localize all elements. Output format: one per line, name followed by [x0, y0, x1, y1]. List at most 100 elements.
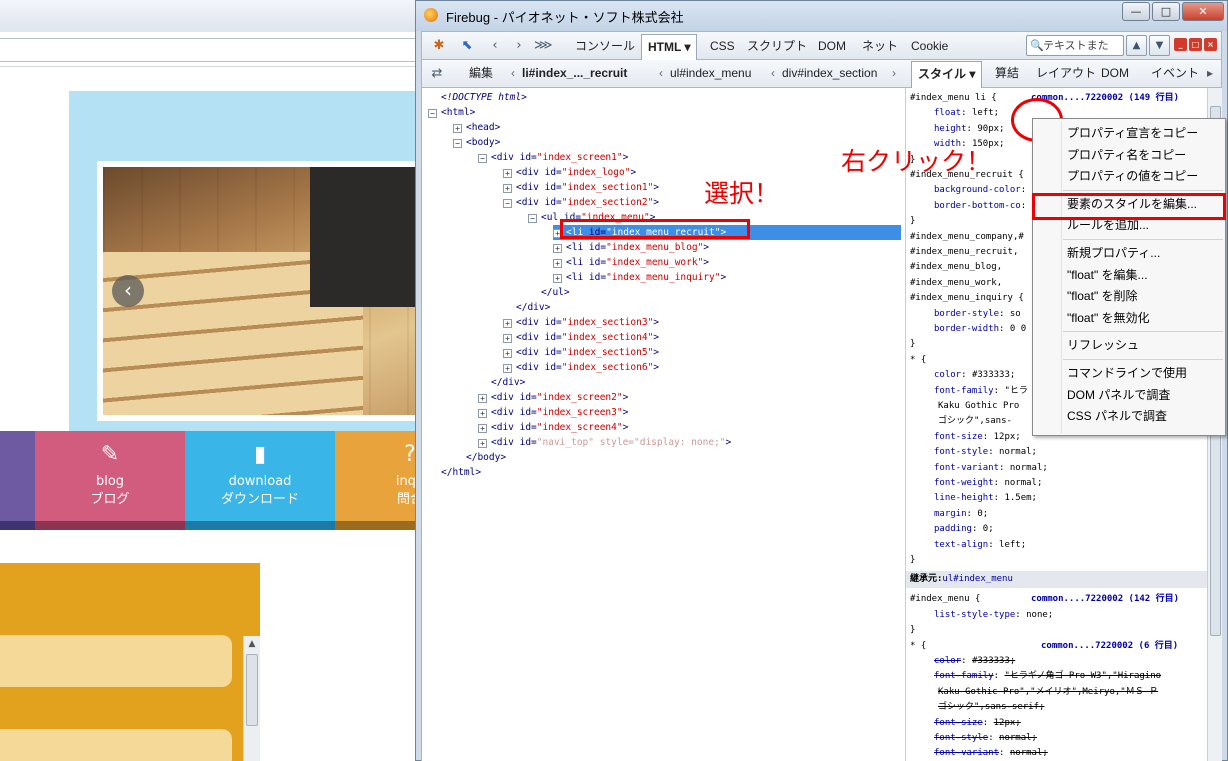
expand-icon[interactable]: + [503, 334, 512, 343]
css-rule-selector[interactable]: } [910, 337, 915, 352]
css-property-value[interactable]: left; [972, 108, 999, 118]
search-prev-button[interactable]: ▲ [1126, 35, 1147, 56]
css-property-name[interactable]: font-family [934, 386, 994, 396]
css-rule-selector[interactable]: #index_menu_inquiry { [910, 291, 1024, 306]
css-property[interactable]: list-style-type: none; [934, 608, 1053, 623]
menu-item[interactable]: 新規プロパティ... [1033, 243, 1225, 264]
css-property-value[interactable]: 12px; [994, 718, 1021, 728]
css-property-name[interactable]: border-bottom-co [934, 201, 1021, 211]
css-property[interactable]: padding: 0; [934, 522, 994, 537]
scroll-thumb[interactable] [246, 654, 258, 726]
css-property-name[interactable]: font-weight [934, 478, 994, 488]
css-property-value[interactable]: #333333; [972, 370, 1015, 380]
expand-icon[interactable]: + [553, 274, 562, 283]
collapse-icon[interactable]: − [478, 154, 487, 163]
expand-icon[interactable]: + [503, 349, 512, 358]
css-property[interactable]: Kaku Gothic Pro [938, 399, 1019, 414]
edit-button[interactable]: 編集 [469, 64, 493, 82]
tree-node[interactable]: + <li id="index_menu_inquiry"> [553, 270, 726, 285]
css-property[interactable]: Kaku Gothic Pro","メイリオ",Meiryo,"ＭＳ Ｐ [938, 685, 1158, 700]
css-property-value[interactable]: "ヒラ [1004, 386, 1027, 396]
close-firebug-icon[interactable]: × [1204, 38, 1217, 51]
css-property-value[interactable]: normal; [1004, 478, 1042, 488]
css-property-name[interactable]: text-align [934, 540, 988, 550]
expand-icon[interactable]: + [453, 124, 462, 133]
collapse-icon[interactable]: − [503, 199, 512, 208]
css-property-value[interactable]: 0; [983, 524, 994, 534]
close-button[interactable]: ✕ [1182, 2, 1224, 21]
css-property-value[interactable]: 0; [977, 509, 988, 519]
expand-icon[interactable]: + [553, 244, 562, 253]
tree-node[interactable]: + <div id="index_section6"> [503, 360, 659, 375]
nav-tile-download[interactable]: ▮ download ダウンロード [185, 431, 335, 530]
side-tab-dom[interactable]: DOM [1101, 64, 1129, 82]
css-property-name[interactable]: font-family [934, 671, 994, 681]
css-property[interactable]: border-bottom-co: [934, 199, 1026, 214]
search-input[interactable]: 🔍 テキストまた [1026, 35, 1124, 56]
css-property-value[interactable]: normal; [999, 447, 1037, 457]
css-property[interactable]: float: left; [934, 106, 999, 121]
css-property-name[interactable]: float [934, 108, 961, 118]
tab-net[interactable]: ネット [862, 36, 898, 56]
tree-node[interactable]: + <div id="index_screen3"> [478, 405, 628, 420]
css-property-name[interactable]: border-width [934, 324, 999, 334]
tree-node[interactable]: </html> [428, 465, 481, 480]
css-property[interactable]: color: #333333; [934, 654, 1015, 669]
slider-prev-arrow[interactable]: ‹ [112, 275, 144, 307]
panel-scrollbar[interactable]: ▲ [243, 636, 260, 761]
expand-icon[interactable]: + [503, 169, 512, 178]
css-property[interactable]: margin: 0; [934, 507, 988, 522]
css-property-name[interactable]: line-height [934, 493, 994, 503]
css-property-name[interactable]: list-style-type [934, 610, 1015, 620]
css-rule-selector[interactable]: #index_menu li {common....7220002 (149 行… [910, 91, 1204, 106]
scroll-up-icon[interactable]: ▲ [244, 636, 260, 652]
minimize-firebug-icon[interactable]: _ [1174, 38, 1187, 51]
css-property-value[interactable]: #333333; [972, 656, 1015, 666]
expand-icon[interactable]: + [478, 409, 487, 418]
tree-node[interactable]: + <div id="index_section5"> [503, 345, 659, 360]
side-tabs-more-icon[interactable]: ▸ [1207, 64, 1213, 82]
css-property-name[interactable]: color [934, 656, 961, 666]
css-property-name[interactable]: font-size [934, 432, 983, 442]
menu-item[interactable]: "float" を無効化 [1033, 308, 1225, 329]
expand-icon[interactable]: + [478, 439, 487, 448]
tree-node[interactable]: − <div id="index_screen1"> [478, 150, 628, 165]
tree-node[interactable]: <!DOCTYPE html> [428, 90, 527, 105]
tree-node[interactable]: + <div id="index_section4"> [503, 330, 659, 345]
tree-node[interactable]: + <li id="index_menu_work"> [553, 255, 709, 270]
breadcrumb-scroll-left[interactable]: ‹ [511, 64, 515, 82]
css-property-name[interactable]: border-style [934, 309, 999, 319]
collapse-icon[interactable]: − [453, 139, 462, 148]
css-property-value[interactable]: left; [999, 540, 1026, 550]
forward-icon[interactable]: › [510, 38, 528, 54]
tree-node[interactable]: + <div id="index_logo"> [503, 165, 636, 180]
css-rule-selector[interactable]: * {common....7220002 (6 行目) [910, 639, 1204, 654]
nav-tile-inquiry[interactable]: ? inqu 問合 [335, 431, 420, 530]
nav-tile-blog[interactable]: ✎ blog ブログ [35, 431, 185, 530]
menu-item[interactable]: プロパティ名をコピー [1033, 145, 1225, 166]
css-property[interactable]: background-color: [934, 183, 1026, 198]
css-property-name[interactable]: color [934, 370, 961, 380]
css-property-value[interactable]: "ヒラギノ角ゴ Pro W3","Hiragino [1004, 671, 1161, 681]
css-property[interactable]: line-height: 1.5em; [934, 491, 1037, 506]
menu-item[interactable]: プロパティ宣言をコピー [1033, 123, 1225, 144]
css-property-value[interactable]: normal; [1010, 748, 1048, 758]
collapse-icon[interactable]: − [428, 109, 437, 118]
expand-icon[interactable]: + [478, 424, 487, 433]
menu-item[interactable]: "float" を削除 [1033, 286, 1225, 307]
css-property[interactable]: font-family: "ヒラギノ角ゴ Pro W3","Hiragino [934, 669, 1161, 684]
css-property-value[interactable]: none; [1026, 610, 1053, 620]
css-property[interactable]: font-style: normal; [934, 731, 1037, 746]
css-property-value[interactable]: 12px; [994, 432, 1021, 442]
css-property[interactable]: ゴシック",sans-serif; [938, 700, 1044, 715]
breadcrumb-scroll-right[interactable]: › [892, 64, 896, 82]
css-property-name[interactable]: background-color [934, 185, 1021, 195]
css-property[interactable]: font-weight: normal; [934, 476, 1042, 491]
css-property[interactable]: border-width: 0 0 [934, 322, 1026, 337]
css-property-value[interactable]: 0 0 [1010, 324, 1026, 334]
tree-node[interactable]: + <div id="index_section1"> [503, 180, 659, 195]
css-source-link[interactable]: common....7220002 (149 行目) [1031, 91, 1207, 106]
css-property[interactable]: border-style: so [934, 307, 1021, 322]
inherited-from-link[interactable]: ul#index_menu [942, 574, 1012, 584]
css-rule-selector[interactable]: #index_menu_work, [910, 276, 1002, 291]
